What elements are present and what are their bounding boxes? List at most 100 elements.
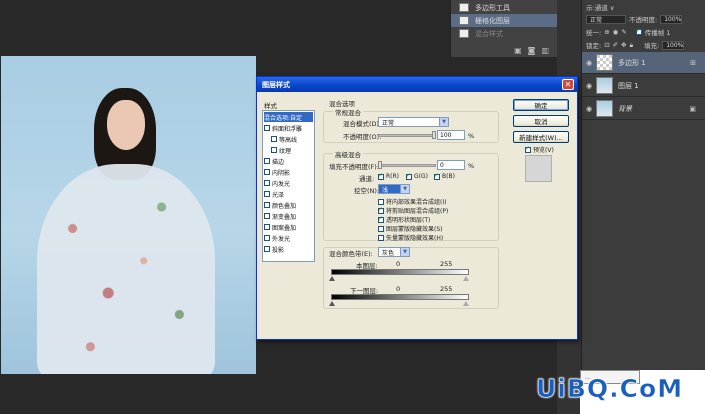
channel-r-checkbox[interactable] bbox=[378, 172, 384, 180]
close-icon[interactable]: ✕ bbox=[562, 79, 574, 90]
photo-face bbox=[107, 100, 145, 150]
style-item-pattern-overlay[interactable]: 图案叠加 bbox=[264, 222, 313, 232]
layer-row-layer1[interactable]: ◉ 图层 1 bbox=[582, 75, 705, 97]
adv-option-blend-clipped[interactable]: 将剪贴图层混合成组(P) bbox=[378, 206, 448, 215]
chevron-down-icon[interactable]: ▼ bbox=[439, 118, 448, 126]
adv-option-vector-mask-hides[interactable]: 矢量蒙版隐藏效果(H) bbox=[378, 233, 443, 242]
style-checkbox[interactable] bbox=[264, 224, 270, 230]
layer-thumbnail bbox=[596, 77, 613, 94]
adv-option-checkbox[interactable] bbox=[378, 206, 384, 214]
history-item-label: 混合样式 bbox=[475, 29, 503, 38]
style-checkbox[interactable] bbox=[264, 246, 270, 252]
styles-list: 混合选项:自定 斜面和浮雕 等高线 纹理 描边 内阴影 内发光 光泽 颜色叠加 … bbox=[262, 110, 315, 262]
blend-mode-select[interactable]: 正常 ▼ bbox=[378, 117, 449, 127]
layer-blend-mode-select[interactable]: 正常 bbox=[586, 14, 626, 24]
opacity-slider[interactable] bbox=[378, 134, 436, 137]
canvas-image[interactable] bbox=[1, 56, 256, 374]
style-item-outer-glow[interactable]: 外发光 bbox=[264, 233, 313, 243]
ok-button[interactable]: 确定 bbox=[513, 99, 569, 111]
preview-checkbox[interactable] bbox=[525, 145, 531, 153]
unify-visibility-icon[interactable]: ◉ bbox=[613, 28, 619, 36]
fill-field[interactable]: 100% bbox=[662, 40, 685, 50]
preview-option[interactable]: 预览(V) bbox=[525, 145, 554, 154]
lock-label: 锁定: bbox=[586, 42, 602, 50]
adv-option-checkbox[interactable] bbox=[378, 234, 384, 241]
channel-g-option[interactable]: G(G) bbox=[406, 172, 428, 180]
style-item-satin[interactable]: 光泽 bbox=[264, 189, 313, 199]
style-item-inner-glow[interactable]: 内发光 bbox=[264, 178, 313, 188]
blend-if-select[interactable]: 灰色 ▼ bbox=[378, 247, 410, 257]
adv-option-transparency-shapes[interactable]: 透明形状图层(T) bbox=[378, 215, 430, 224]
propagate-label: 传播帧 1 bbox=[644, 29, 671, 37]
lock-all-icon[interactable]: 🔒︎ bbox=[630, 41, 633, 50]
history-item[interactable]: 混合样式 bbox=[451, 27, 558, 40]
eye-icon[interactable]: ◉ bbox=[582, 82, 596, 90]
trash-icon[interactable]: ▥ bbox=[541, 46, 549, 55]
style-checkbox[interactable] bbox=[271, 147, 277, 153]
style-checkbox[interactable] bbox=[264, 169, 270, 175]
layer-opacity-field[interactable]: 100% bbox=[660, 14, 683, 24]
adv-option-layer-mask-hides[interactable]: 图层蒙版隐藏效果(S) bbox=[378, 224, 443, 233]
lock-pixels-icon[interactable]: ⊡ bbox=[604, 41, 609, 49]
channel-g-checkbox[interactable] bbox=[406, 172, 412, 180]
underlying-layer-black-handle[interactable] bbox=[329, 301, 335, 306]
dialog-titlebar[interactable]: 图层样式 bbox=[257, 77, 577, 92]
this-layer-black-handle[interactable] bbox=[329, 276, 335, 281]
style-item-drop-shadow[interactable]: 投影 bbox=[264, 244, 313, 254]
style-checkbox[interactable] bbox=[264, 235, 270, 241]
style-item-color-overlay[interactable]: 颜色叠加 bbox=[264, 200, 313, 210]
style-checkbox[interactable] bbox=[264, 213, 270, 219]
channel-toggle-label[interactable]: 示:通道 ∨ bbox=[586, 2, 615, 12]
adv-option-label: 矢量蒙版隐藏效果(H) bbox=[386, 235, 444, 242]
lock-paint-icon[interactable]: ✐ bbox=[613, 41, 618, 49]
chevron-down-icon[interactable]: ▼ bbox=[400, 248, 409, 256]
channel-b-checkbox[interactable] bbox=[434, 172, 440, 180]
camera-icon[interactable]: ◙ bbox=[528, 46, 536, 55]
fill-opacity-slider[interactable] bbox=[378, 164, 436, 167]
style-checkbox[interactable] bbox=[264, 191, 270, 197]
style-checkbox[interactable] bbox=[264, 202, 270, 208]
style-item-stroke[interactable]: 描边 bbox=[264, 156, 313, 166]
opacity-slider-handle[interactable] bbox=[432, 131, 436, 139]
lock-move-icon[interactable]: ✥ bbox=[621, 41, 626, 49]
layer-row-polygon[interactable]: ◉ 多边形 1 ⊞ bbox=[582, 52, 705, 74]
eye-icon[interactable]: ◉ bbox=[582, 59, 596, 67]
channel-r-option[interactable]: R(R) bbox=[378, 172, 399, 180]
style-item-blending-options[interactable]: 混合选项:自定 bbox=[264, 112, 313, 122]
style-checkbox[interactable] bbox=[271, 136, 277, 142]
style-item-inner-shadow[interactable]: 内阴影 bbox=[264, 167, 313, 177]
this-layer-white-handle[interactable] bbox=[463, 276, 469, 281]
chevron-down-icon[interactable]: ▼ bbox=[400, 185, 409, 193]
style-item-bevel[interactable]: 斜面和浮雕 bbox=[264, 123, 313, 133]
opacity-input[interactable]: 100 bbox=[437, 130, 465, 140]
layer-row-background[interactable]: ◉ 背景 ▣ bbox=[582, 98, 705, 120]
style-checkbox[interactable] bbox=[264, 180, 270, 186]
channel-b-option[interactable]: B(B) bbox=[434, 172, 455, 180]
eye-icon[interactable]: ◉ bbox=[582, 105, 596, 113]
cancel-button[interactable]: 取消 bbox=[513, 115, 569, 127]
adv-option-checkbox[interactable] bbox=[378, 225, 384, 232]
propagate-checkbox[interactable] bbox=[635, 27, 642, 35]
snapshot-icon[interactable]: ▣ bbox=[514, 46, 522, 55]
adv-option-checkbox[interactable] bbox=[378, 198, 384, 205]
adv-option-label: 图层蒙版隐藏效果(S) bbox=[386, 226, 443, 233]
fill-opacity-slider-handle[interactable] bbox=[378, 161, 382, 169]
underlying-layer-white-handle[interactable] bbox=[463, 301, 469, 306]
new-style-button[interactable]: 新建样式(W)... bbox=[513, 131, 569, 143]
style-item-texture[interactable]: 纹理 bbox=[264, 145, 313, 155]
styles-header[interactable]: 样式 bbox=[264, 100, 277, 110]
history-item-selected[interactable]: 栅格化图层 bbox=[451, 14, 558, 27]
style-checkbox[interactable] bbox=[264, 158, 270, 164]
adv-option-checkbox[interactable] bbox=[378, 215, 384, 223]
underlying-layer-max: 255 bbox=[440, 285, 453, 293]
fill-opacity-input[interactable]: 0 bbox=[437, 160, 465, 170]
unify-style-icon[interactable]: ✎ bbox=[621, 28, 626, 36]
style-checkbox[interactable] bbox=[264, 125, 270, 131]
unify-position-icon[interactable]: ⊕ bbox=[604, 28, 609, 36]
adv-option-blend-interior[interactable]: 将内部效果混合成组(I) bbox=[378, 197, 446, 206]
style-item-gradient-overlay[interactable]: 渐变叠加 bbox=[264, 211, 313, 221]
layer-thumbnail bbox=[596, 54, 613, 71]
knockout-select[interactable]: 浅 ▼ bbox=[378, 184, 410, 194]
history-item[interactable]: 多边形工具 bbox=[451, 1, 558, 14]
style-item-contour[interactable]: 等高线 bbox=[264, 134, 313, 144]
